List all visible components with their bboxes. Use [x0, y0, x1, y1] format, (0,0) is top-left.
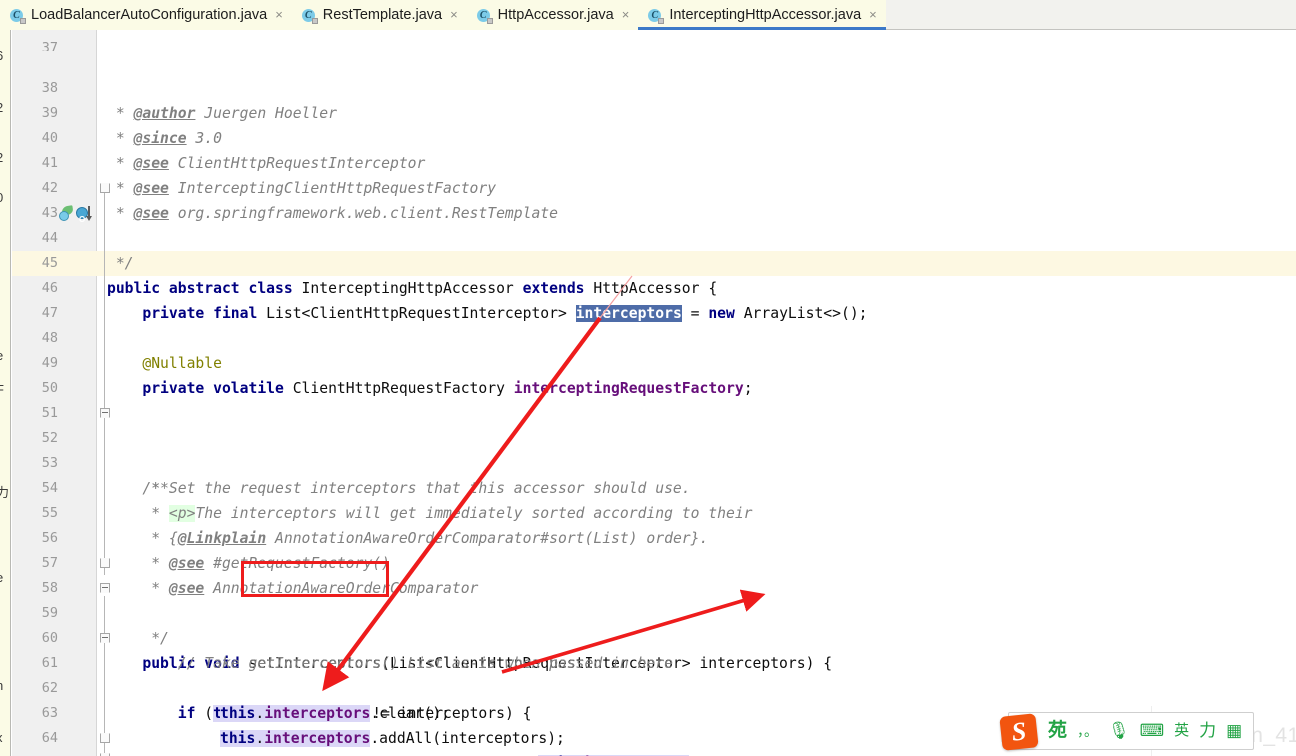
fold-marker-icon[interactable]	[100, 583, 111, 594]
spring-bean-class-icon[interactable]	[59, 205, 74, 221]
code-line-37[interactable]: 37 * @author Arjen Poutsma	[12, 30, 1296, 51]
input-method-switch-icon[interactable]: 英	[1169, 713, 1194, 749]
code-line-47[interactable]: 47	[12, 276, 1296, 321]
code-line-53[interactable]: 53 * Set the request interceptors that t…	[12, 426, 1296, 497]
code-line-39[interactable]: 39 * @since 3.0	[12, 76, 1296, 147]
strip-fragment: 2	[0, 100, 3, 115]
fold-marker-icon[interactable]	[100, 633, 111, 644]
strip-fragment: e	[0, 348, 3, 363]
code-line-54[interactable]: 54 * <p>The interceptors will get immedi…	[12, 451, 1296, 522]
editor-tab-loadbalancerautoconfiguration[interactable]: C LoadBalancerAutoConfiguration.java ×	[0, 0, 292, 30]
code-line-38[interactable]: 38 * @author Juergen Hoeller	[12, 51, 1296, 122]
code-line-48[interactable]: 48 @Nullable	[12, 301, 1296, 372]
java-class-icon: C	[648, 8, 665, 24]
strip-fragment: F	[0, 382, 4, 397]
tab-label: HttpAccessor.java	[497, 7, 614, 23]
fold-marker-icon[interactable]	[100, 733, 111, 744]
tab-label: InterceptingHttpAccessor.java	[669, 7, 862, 23]
code-line-52[interactable]: 52 /**	[12, 401, 1296, 497]
close-icon[interactable]: ×	[273, 0, 283, 30]
code-line-61[interactable]: 61 if (this.interceptors != interceptors…	[12, 626, 1296, 722]
code-line-49[interactable]: 49 private volatile ClientHttpRequestFac…	[12, 326, 1296, 397]
strip-fragment: x	[0, 730, 3, 745]
code-line-41[interactable]: 41 * @see InterceptingClientHttpRequestF…	[12, 126, 1296, 197]
punctuation-toggle[interactable]: ，。	[1072, 713, 1103, 749]
java-class-icon: C	[301, 8, 318, 24]
toolbox-icon[interactable]: ▦	[1221, 713, 1247, 749]
strip-fragment: 0	[0, 190, 3, 205]
line-number: 37	[41, 40, 58, 51]
strip-fragment: 力	[0, 482, 9, 501]
code-line-62[interactable]: 62 this.interceptors.clear();	[12, 651, 1296, 722]
fold-marker-icon[interactable]	[100, 408, 111, 419]
code-line-55[interactable]: 55 * {@Linkplain AnnotationAwareOrderCom…	[12, 476, 1296, 547]
strip-fragment: e	[0, 570, 3, 585]
code-line-51[interactable]: 51	[12, 376, 1296, 421]
code-line-42[interactable]: 42 * @see org.springframework.web.client…	[12, 151, 1296, 222]
code-line-63[interactable]: 63 this.interceptors.addAll(interceptors…	[12, 676, 1296, 747]
strip-fragment: 6	[0, 48, 3, 63]
code-line-43[interactable]: 43 */	[12, 176, 1296, 272]
editor-tab-httpaccessor[interactable]: C HttpAccessor.java ×	[466, 0, 639, 30]
code-line-58[interactable]: 58 */	[12, 551, 1296, 647]
code-line-40[interactable]: 40 * @see ClientHttpRequestInterceptor	[12, 101, 1296, 172]
sogou-pinyin-label[interactable]: 苑	[1043, 713, 1072, 749]
soft-keyboard-icon[interactable]: ⌨	[1135, 713, 1170, 749]
code-line-60[interactable]: 60 // Take getInterceptors() List as-is …	[12, 601, 1296, 672]
code-line-59[interactable]: 59 public void setInterceptors(List<Clie…	[12, 576, 1296, 672]
sogou-ime-toolbar[interactable]: S 苑 ，。 🎙 ⌨ 英 力 ▦	[999, 712, 1255, 751]
handwriting-icon[interactable]: 力	[1194, 713, 1221, 749]
fold-marker-icon[interactable]	[100, 183, 111, 194]
strip-fragment: 2	[0, 150, 3, 165]
tab-label: RestTemplate.java	[322, 7, 443, 23]
strip-fragment: n	[0, 678, 3, 693]
voice-input-icon[interactable]: 🎙	[1103, 713, 1135, 749]
code-line-56[interactable]: 56 * @see #getRequestFactory()	[12, 501, 1296, 572]
editor-tab-resttemplate[interactable]: C RestTemplate.java ×	[291, 0, 467, 30]
code-line-66[interactable]: 66 }	[12, 751, 1296, 756]
close-icon[interactable]: ×	[867, 0, 877, 30]
editor-tab-bar: C LoadBalancerAutoConfiguration.java × C…	[0, 0, 1296, 30]
ide-window: C LoadBalancerAutoConfiguration.java × C…	[0, 0, 1296, 756]
code-line-57[interactable]: 57 * @see AnnotationAwareOrderComparator	[12, 526, 1296, 597]
tab-bar-empty-space	[885, 0, 1296, 30]
close-icon[interactable]: ×	[448, 0, 458, 30]
java-class-icon: C	[10, 8, 26, 24]
left-tool-strip[interactable]: 6 2 2 0 e F 力 ‹ e t · n x	[0, 30, 11, 756]
sogou-logo-icon[interactable]: S	[999, 713, 1039, 751]
java-class-icon: C	[476, 8, 493, 24]
close-icon[interactable]: ×	[620, 0, 630, 30]
code-line-44[interactable]: 44 public abstract class InterceptingHtt…	[12, 201, 1296, 297]
implemented-by-icon[interactable]	[76, 206, 94, 232]
code-editor[interactable]: 37 * @author Arjen Poutsma 38 * @author …	[12, 30, 1296, 756]
code-line-45[interactable]: 45	[12, 226, 1296, 271]
fold-marker-icon[interactable]	[100, 558, 111, 569]
code-line-50[interactable]: 50	[12, 351, 1296, 396]
code-line-46[interactable]: 46 private final List<ClientHttpRequestI…	[12, 251, 1296, 322]
gutter-icons[interactable]	[59, 205, 97, 232]
editor-tab-interceptinghttpaccessor[interactable]: C InterceptingHttpAccessor.java ×	[638, 0, 887, 30]
tab-label: LoadBalancerAutoConfiguration.java	[31, 7, 268, 23]
